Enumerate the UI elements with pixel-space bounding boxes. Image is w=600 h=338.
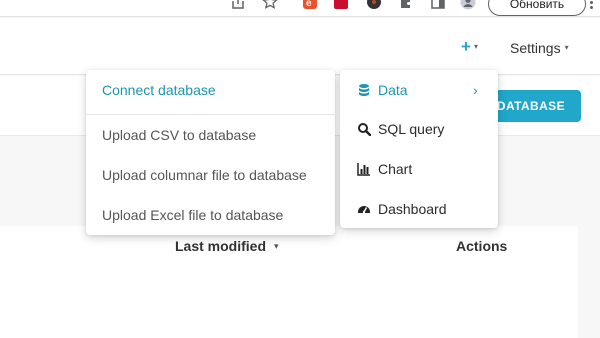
extension-circle-icon[interactable]	[366, 0, 382, 10]
menu-item-label: Dashboard	[378, 201, 447, 217]
browser-toolbar: e Обновить	[0, 0, 600, 17]
submenu-item-connect-database[interactable]: Connect database	[102, 82, 216, 98]
new-menu-button[interactable]: + ▾	[461, 38, 489, 56]
share-icon[interactable]	[230, 0, 246, 10]
browser-menu-icon[interactable]	[587, 0, 595, 12]
new-menu-caret: ▾	[473, 42, 478, 51]
settings-label: Settings	[510, 40, 561, 56]
menu-item-sql-query[interactable]: SQL query	[357, 119, 444, 139]
bar-chart-icon	[357, 162, 371, 176]
browser-update-button[interactable]: Обновить	[488, 0, 586, 16]
settings-caret: ▾	[564, 43, 569, 52]
database-table: Last modified ▾ Actions	[0, 226, 578, 338]
app-header: + ▾ Settings ▾	[0, 18, 600, 75]
plus-icon: +	[461, 37, 471, 56]
sort-down-icon[interactable]: ▾	[274, 241, 279, 252]
database-icon	[357, 83, 371, 97]
submenu-item-upload-csv[interactable]: Upload CSV to database	[102, 127, 256, 143]
svg-text:e: e	[306, 0, 312, 9]
extension-e-icon[interactable]: e	[302, 0, 318, 10]
search-icon	[357, 122, 371, 136]
dashboard-icon	[357, 202, 371, 216]
menu-item-label: Data	[378, 82, 408, 98]
new-menu-dropdown: Data › SQL query Chart Dashboard	[340, 70, 498, 228]
menu-item-chart[interactable]: Chart	[357, 159, 412, 179]
add-database-button[interactable]: DATABASE	[490, 90, 581, 122]
column-header-actions: Actions	[456, 238, 508, 254]
menu-item-label: Chart	[378, 161, 413, 177]
submenu-item-upload-columnar[interactable]: Upload columnar file to database	[102, 167, 307, 183]
submenu-divider	[86, 114, 335, 115]
column-header-last-modified[interactable]: Last modified ▾	[175, 238, 279, 254]
column-header-label: Last modified	[175, 238, 267, 254]
submenu-item-upload-excel[interactable]: Upload Excel file to database	[102, 207, 283, 223]
settings-menu-button[interactable]: Settings ▾	[510, 39, 569, 57]
menu-item-label: SQL query	[378, 121, 445, 137]
menu-item-dashboard[interactable]: Dashboard	[357, 199, 447, 219]
chevron-right-icon: ›	[473, 82, 478, 98]
extensions-puzzle-icon[interactable]	[398, 0, 414, 10]
bookmark-star-icon[interactable]	[262, 0, 278, 10]
side-panel-icon[interactable]	[430, 0, 446, 10]
profile-avatar-icon[interactable]	[460, 0, 476, 10]
menu-item-data[interactable]: Data	[357, 80, 408, 100]
data-submenu: Connect database Upload CSV to database …	[86, 70, 335, 235]
extension-badge-icon[interactable]	[333, 0, 349, 10]
